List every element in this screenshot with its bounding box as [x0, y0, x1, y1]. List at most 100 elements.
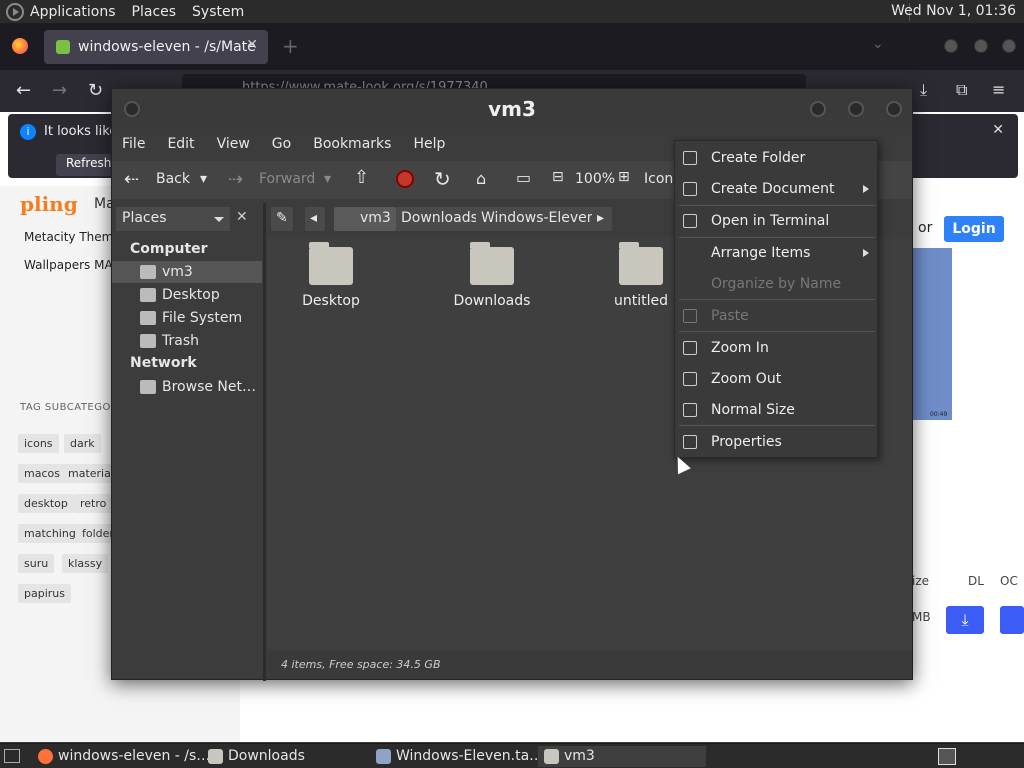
sidebar-item-desktop[interactable]: Desktop — [112, 284, 262, 306]
maximize-icon[interactable] — [974, 39, 988, 53]
new-tab-icon[interactable]: + — [282, 34, 299, 58]
terminal-icon — [683, 214, 697, 228]
menu-item-create-document[interactable]: Create Document — [675, 174, 879, 204]
back-history-chevron-icon[interactable]: ▾ — [200, 171, 207, 187]
system-menu[interactable]: System — [192, 4, 244, 20]
breadcrumb-windows-eleven[interactable]: Windows-Eleven — [476, 207, 601, 231]
download-icon[interactable]: ⤓ — [946, 606, 984, 634]
close-sidebar-icon[interactable]: ✕ — [236, 209, 248, 225]
category-link[interactable]: Metacity Theme — [24, 230, 121, 244]
extensions-icon[interactable]: ⧉ — [956, 80, 967, 100]
up-arrow-icon[interactable]: ⇧ — [354, 167, 369, 188]
tag-chip[interactable]: macos — [18, 464, 66, 483]
reload-icon[interactable]: ↻ — [434, 167, 451, 191]
places-menu[interactable]: Places — [132, 4, 177, 20]
taskbar-item-downloads[interactable]: Downloads — [202, 746, 305, 767]
minimize-icon[interactable] — [810, 101, 826, 117]
category-link[interactable]: Wallpapers MA — [24, 258, 113, 272]
menu-help[interactable]: Help — [413, 136, 445, 152]
login-button[interactable]: Login — [944, 216, 1004, 242]
tag-chip[interactable]: klassy — [62, 554, 109, 573]
applications-menu[interactable]: Applications — [30, 4, 116, 20]
menu-view[interactable]: View — [217, 136, 250, 152]
sidebar-item-browse-network[interactable]: Browse Net… — [112, 376, 262, 398]
back-arrow-icon[interactable]: ← — [16, 80, 31, 101]
firefox-icon — [38, 749, 53, 764]
drive-icon — [140, 311, 156, 325]
tag-chip[interactable]: icons — [18, 434, 59, 453]
sidebar-item-label: vm3 — [162, 264, 193, 280]
forward-arrow-icon[interactable]: → — [52, 80, 67, 101]
firefox-icon[interactable] — [12, 38, 28, 54]
tag-chip[interactable]: matching — [18, 524, 82, 543]
taskbar-item-firefox[interactable]: windows-eleven - /s… — [32, 746, 210, 767]
close-window-icon[interactable] — [886, 101, 902, 117]
menu-go[interactable]: Go — [272, 136, 291, 152]
home-icon[interactable]: ⌂ — [476, 169, 486, 188]
tag-chip[interactable]: suru — [18, 554, 55, 573]
forward-arrow-icon[interactable]: ⇢ — [228, 169, 243, 190]
tag-chip[interactable]: papirus — [18, 584, 71, 603]
folder-icon — [470, 242, 514, 285]
taskbar-item-vm3[interactable]: vm3 — [538, 746, 706, 767]
file-item-downloads[interactable]: Downloads — [432, 242, 552, 309]
workspace-switcher[interactable] — [938, 748, 956, 765]
file-item-desktop[interactable]: Desktop — [271, 242, 391, 309]
maximize-icon[interactable] — [848, 101, 864, 117]
zoom-in-icon — [683, 341, 697, 355]
taskbar-item-archive[interactable]: Windows-Eleven.ta… — [370, 746, 543, 767]
back-arrow-icon[interactable]: ⇠ — [124, 169, 139, 190]
tag-chip[interactable]: desktop — [18, 494, 74, 513]
view-mode-selector[interactable]: Icon — [644, 171, 673, 187]
menu-file[interactable]: File — [122, 136, 145, 152]
menu-item-normal-size[interactable]: Normal Size — [675, 395, 879, 425]
tag-chip[interactable]: dark — [64, 434, 101, 453]
zoom-out-icon[interactable]: ⊟ — [552, 169, 564, 185]
menu-item-zoom-out[interactable]: Zoom Out — [675, 364, 879, 394]
zoom-in-icon[interactable]: ⊞ — [618, 169, 630, 185]
zoom-level[interactable]: 100% — [575, 171, 615, 187]
breadcrumb-right-icon[interactable]: ▸ — [592, 207, 612, 231]
breadcrumb-vm3[interactable]: vm3 — [334, 207, 396, 231]
places-dropdown[interactable]: Places — [116, 207, 230, 231]
menu-item-paste[interactable]: Paste — [675, 301, 879, 331]
computer-icon[interactable]: ▭ — [516, 168, 531, 187]
menu-bookmarks[interactable]: Bookmarks — [313, 136, 391, 152]
app-menu-icon[interactable]: ≡ — [992, 80, 1005, 99]
menu-item-create-folder[interactable]: Create Folder — [675, 143, 879, 173]
show-desktop-icon[interactable] — [4, 749, 20, 763]
menu-item-organize-by-name[interactable]: Organize by Name — [675, 269, 879, 299]
close-window-icon[interactable] — [1002, 39, 1016, 53]
notification-close-icon[interactable]: ✕ — [992, 122, 1004, 138]
clock[interactable]: Wed Nov 1, 01:36 — [891, 3, 1016, 19]
sidebar-item-trash[interactable]: Trash — [112, 330, 262, 352]
desktop-icon — [140, 288, 156, 302]
menu-item-open-in-terminal[interactable]: Open in Terminal — [675, 206, 879, 236]
menu-item-zoom-in[interactable]: Zoom In — [675, 333, 879, 363]
minimize-icon[interactable] — [944, 39, 958, 53]
back-button[interactable]: Back — [156, 171, 190, 187]
action-button[interactable] — [1000, 606, 1024, 634]
downloads-icon[interactable]: ⤓ — [920, 80, 927, 100]
menu-edit[interactable]: Edit — [167, 136, 194, 152]
tab-list-icon[interactable]: ⌄ — [872, 36, 884, 52]
forward-button[interactable]: Forward — [259, 171, 315, 187]
tab-close-icon[interactable]: ✕ — [246, 37, 258, 53]
breadcrumb-left-icon[interactable]: ◂ — [305, 207, 325, 231]
stop-icon[interactable] — [396, 170, 414, 188]
edit-location-icon[interactable]: ✎ — [271, 207, 293, 231]
tag-chip[interactable]: retro — [74, 494, 113, 513]
mate-logo-icon[interactable] — [6, 2, 24, 21]
reload-icon[interactable]: ↻ — [88, 80, 103, 101]
context-menu: Create Folder Create Document Open in Te… — [674, 140, 878, 458]
forward-history-chevron-icon[interactable]: ▾ — [324, 171, 331, 187]
browser-tab[interactable]: windows-eleven - /s/Mate ✕ — [44, 30, 268, 64]
menu-item-arrange-items[interactable]: Arrange Items — [675, 238, 879, 268]
menu-item-properties[interactable]: Properties — [675, 427, 879, 457]
sidebar-item-vm3[interactable]: vm3 — [112, 261, 262, 283]
pane-divider[interactable] — [263, 203, 266, 681]
sidebar-item-file-system[interactable]: File System — [112, 307, 262, 329]
breadcrumb-downloads[interactable]: Downloads — [396, 207, 483, 231]
pling-logo[interactable]: pling — [20, 192, 78, 216]
window-titlebar[interactable]: vm3 — [112, 89, 912, 129]
